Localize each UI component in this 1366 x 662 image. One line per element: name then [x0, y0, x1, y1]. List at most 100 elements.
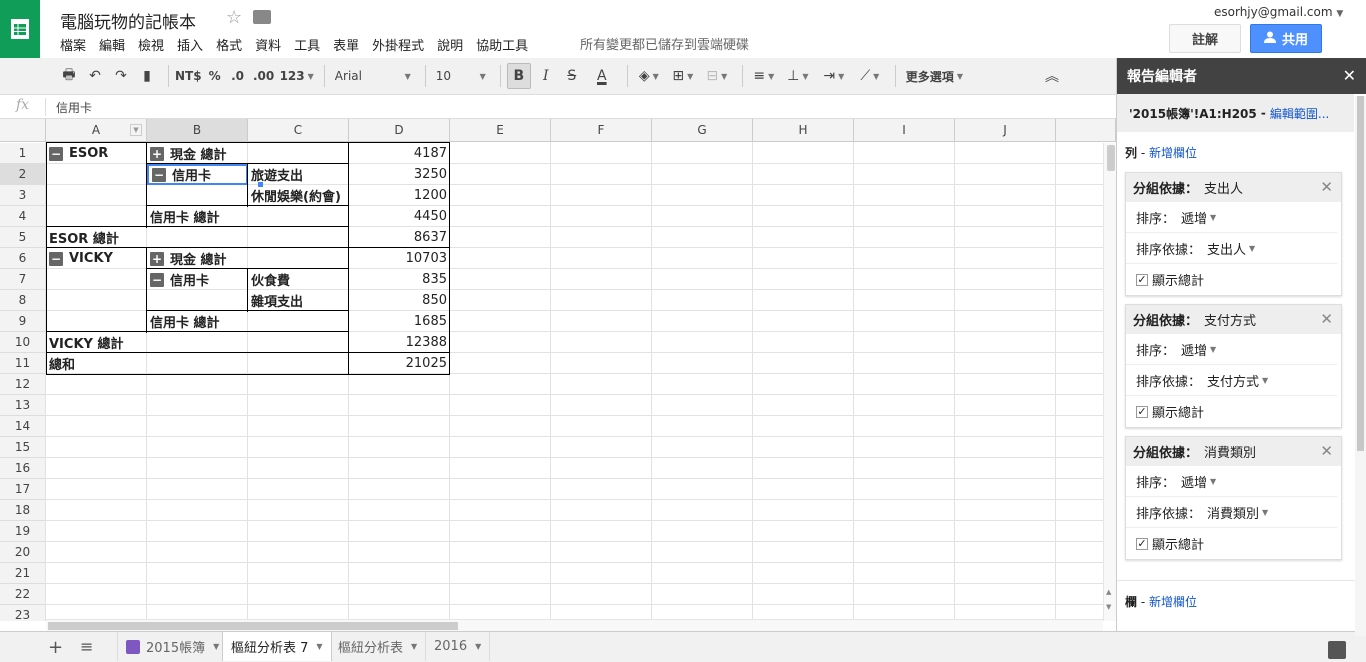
- expand-icon[interactable]: +: [150, 251, 164, 266]
- row-header[interactable]: 15: [0, 437, 46, 458]
- sort-by-select[interactable]: 排序依據： 支出人 ▼: [1126, 233, 1337, 264]
- column-header-d[interactable]: D: [349, 119, 450, 142]
- menu-data[interactable]: 資料: [255, 35, 281, 54]
- pivot-cell[interactable]: − ESOR: [46, 143, 147, 164]
- sheet-tab[interactable]: 2015帳簿 ▼: [117, 632, 229, 661]
- pivot-value[interactable]: 1685: [349, 311, 450, 332]
- sort-by-select[interactable]: 排序依據： 消費類別 ▼: [1126, 497, 1337, 528]
- collapse-icon[interactable]: −: [150, 272, 164, 287]
- row-header[interactable]: 16: [0, 458, 46, 479]
- spreadsheet-grid[interactable]: A ▼ B C D E F G H I J 1 2 3 4 5 6 7 8 9 10 11 12 13 14…: [0, 119, 1116, 621]
- pivot-cell[interactable]: 信用卡 總計: [147, 206, 349, 227]
- percent-format-button[interactable]: %: [206, 63, 224, 89]
- scroll-thumb[interactable]: [1107, 145, 1115, 171]
- menu-edit[interactable]: 編輯: [99, 35, 125, 54]
- column-header-e[interactable]: E: [450, 119, 551, 142]
- undo-icon[interactable]: ↶: [84, 63, 106, 89]
- scroll-up-icon[interactable]: ▲: [1106, 588, 1111, 596]
- column-header-g[interactable]: G: [652, 119, 753, 142]
- pivot-cell[interactable]: − 信用卡: [147, 269, 248, 290]
- show-totals-checkbox[interactable]: ✓ 顯示總計: [1126, 264, 1337, 295]
- column-header-h[interactable]: H: [753, 119, 854, 142]
- sort-order-select[interactable]: 排序： 遞增 ▼: [1126, 202, 1337, 233]
- collapse-icon[interactable]: −: [152, 167, 166, 182]
- remove-icon[interactable]: ✕: [1320, 442, 1333, 460]
- account-email[interactable]: esorhjy@gmail.com ▼: [1214, 5, 1343, 19]
- select-all-corner[interactable]: [0, 119, 46, 142]
- pivot-value[interactable]: 4450: [349, 206, 450, 227]
- row-header[interactable]: 18: [0, 500, 46, 521]
- pivot-cell[interactable]: − VICKY: [46, 248, 147, 269]
- menu-help[interactable]: 說明: [437, 35, 463, 54]
- pivot-value[interactable]: 8637: [349, 227, 450, 248]
- fill-handle[interactable]: [258, 182, 263, 187]
- strikethrough-button[interactable]: S: [561, 63, 583, 89]
- checkbox-checked-icon[interactable]: ✓: [1136, 273, 1148, 286]
- chevron-down-icon[interactable]: ▼: [411, 642, 417, 651]
- currency-format-button[interactable]: NT$: [175, 63, 202, 89]
- checkbox-checked-icon[interactable]: ✓: [1136, 537, 1148, 550]
- bold-button[interactable]: B: [506, 63, 531, 89]
- row-header[interactable]: 11: [0, 353, 46, 374]
- edit-range-link[interactable]: 編輯範圍...: [1270, 105, 1329, 122]
- filter-dropdown-icon[interactable]: ▼: [130, 124, 142, 136]
- sheet-tab[interactable]: 2016 ▼: [426, 632, 491, 661]
- pivot-cell[interactable]: 總和: [46, 353, 349, 374]
- menu-insert[interactable]: 插入: [177, 35, 203, 54]
- pivot-cell[interactable]: + 現金 總計: [147, 143, 349, 164]
- menu-addons[interactable]: 外掛程式: [372, 35, 424, 54]
- sort-by-select[interactable]: 排序依據： 支付方式 ▼: [1126, 365, 1337, 396]
- pivot-cell[interactable]: VICKY 總計: [46, 332, 349, 353]
- column-header-k[interactable]: [1056, 119, 1116, 142]
- row-header[interactable]: 3: [0, 185, 46, 206]
- row-header[interactable]: 19: [0, 521, 46, 542]
- decrease-decimal-button[interactable]: .0: [228, 63, 248, 89]
- menu-view[interactable]: 檢視: [138, 35, 164, 54]
- pivot-cell[interactable]: 雜項支出: [248, 290, 349, 311]
- remove-icon[interactable]: ✕: [1320, 310, 1333, 328]
- scroll-thumb[interactable]: [1357, 96, 1364, 451]
- print-icon[interactable]: 🖶: [58, 63, 80, 89]
- pivot-cell[interactable]: 伙食費: [248, 269, 349, 290]
- row-header[interactable]: 8: [0, 290, 46, 311]
- row-header[interactable]: 7: [0, 269, 46, 290]
- fill-color-icon[interactable]: ◈ ▼: [634, 63, 664, 89]
- explore-icon[interactable]: [1328, 641, 1346, 659]
- star-icon[interactable]: ☆: [226, 7, 242, 28]
- collapse-icon[interactable]: −: [49, 251, 63, 266]
- close-icon[interactable]: ✕: [1343, 66, 1356, 85]
- pivot-value[interactable]: 10703: [349, 248, 450, 269]
- pivot-cell[interactable]: 休閒娛樂(約會): [248, 185, 349, 206]
- menu-accessibility[interactable]: 協助工具: [476, 35, 528, 54]
- pivot-value[interactable]: 3250: [349, 164, 450, 185]
- row-header[interactable]: 22: [0, 584, 46, 605]
- collapse-toolbar-icon[interactable]: ︽: [1041, 63, 1063, 89]
- pivot-value[interactable]: 835: [349, 269, 450, 290]
- chevron-down-icon[interactable]: ▼: [213, 642, 219, 651]
- font-size-select[interactable]: 10 ▼: [432, 63, 490, 89]
- show-totals-checkbox[interactable]: ✓ 顯示總計: [1126, 396, 1337, 427]
- row-header[interactable]: 2: [0, 164, 46, 185]
- column-header-c[interactable]: C: [248, 119, 349, 142]
- pivot-cell-selected[interactable]: − 信用卡: [147, 164, 248, 185]
- more-formats-button[interactable]: 123 ▼: [280, 63, 314, 89]
- sheets-logo-icon[interactable]: [0, 0, 40, 58]
- row-header[interactable]: 1: [0, 143, 46, 164]
- pivot-cell[interactable]: 旅遊支出: [248, 164, 349, 185]
- horizontal-scrollbar[interactable]: [46, 619, 1103, 631]
- row-header[interactable]: 12: [0, 374, 46, 395]
- add-column-field-link[interactable]: 新增欄位: [1149, 595, 1197, 609]
- pivot-value[interactable]: 12388: [349, 332, 450, 353]
- column-header-f[interactable]: F: [551, 119, 652, 142]
- sheet-tab-active[interactable]: 樞紐分析表 7 ▼: [222, 632, 332, 661]
- text-rotation-icon[interactable]: ⟋ ▼: [855, 63, 885, 89]
- row-header[interactable]: 17: [0, 479, 46, 500]
- align-left-icon[interactable]: ≡ ▼: [749, 63, 779, 89]
- all-sheets-icon[interactable]: ≡: [80, 637, 93, 656]
- pivot-value[interactable]: 4187: [349, 143, 450, 164]
- row-header[interactable]: 23: [0, 605, 46, 621]
- row-header[interactable]: 13: [0, 395, 46, 416]
- pivot-value[interactable]: 21025: [349, 353, 450, 374]
- sort-order-select[interactable]: 排序： 遞增 ▼: [1126, 334, 1337, 365]
- collapse-icon[interactable]: −: [49, 146, 63, 161]
